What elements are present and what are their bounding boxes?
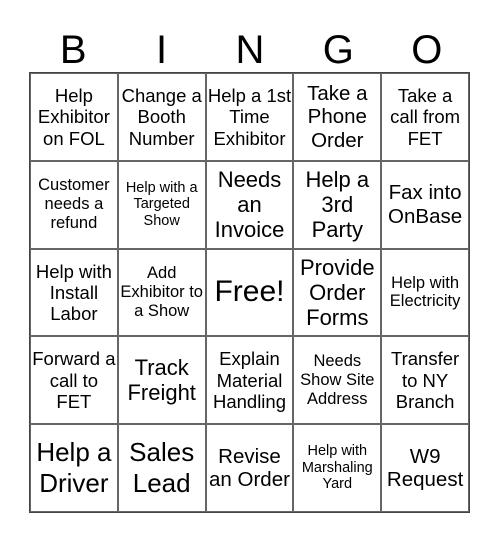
bingo-cell[interactable]: Needs an Invoice xyxy=(205,160,294,249)
bingo-cell[interactable]: Help with Install Labor xyxy=(30,248,118,337)
bingo-cell[interactable]: Sales Lead xyxy=(117,424,206,512)
bingo-cell[interactable]: Help with Electricity xyxy=(381,248,469,337)
bingo-cell[interactable]: Help with Marshaling Yard xyxy=(293,424,382,512)
bingo-cell[interactable]: Fax into OnBase xyxy=(381,160,469,249)
bingo-header: B I N G O xyxy=(29,28,471,72)
bingo-cell[interactable]: Transfer to NY Branch xyxy=(381,336,469,425)
bingo-cell[interactable]: Explain Material Handling xyxy=(205,336,294,425)
free-space[interactable]: Free! xyxy=(205,248,294,337)
bingo-cell[interactable]: Help a 1st Time Exhibitor xyxy=(205,73,294,161)
bingo-cell[interactable]: Help Exhibitor on FOL xyxy=(30,73,118,161)
bingo-cell[interactable]: Needs Show Site Address xyxy=(293,336,382,425)
bingo-cell[interactable]: Help a Driver xyxy=(30,424,118,512)
bingo-cell[interactable]: W9 Request xyxy=(381,424,469,512)
bingo-cell[interactable]: Help a 3rd Party xyxy=(293,160,382,249)
bingo-cell[interactable]: Change a Booth Number xyxy=(117,73,206,161)
header-letter-i: I xyxy=(156,28,168,72)
bingo-cell[interactable]: Help with a Targeted Show xyxy=(117,160,206,249)
bingo-cell[interactable]: Forward a call to FET xyxy=(30,336,118,425)
bingo-cell[interactable]: Provide Order Forms xyxy=(293,248,382,337)
header-letter-o: O xyxy=(411,28,443,72)
bingo-grid: Help Exhibitor on FOL Change a Booth Num… xyxy=(29,72,470,513)
header-letter-b: B xyxy=(59,28,87,72)
bingo-cell[interactable]: Take a Phone Order xyxy=(293,73,382,161)
bingo-cell[interactable]: Track Freight xyxy=(117,336,206,425)
bingo-cell[interactable]: Take a call from FET xyxy=(381,73,469,161)
bingo-cell[interactable]: Customer needs a refund xyxy=(30,160,118,249)
header-letter-g: G xyxy=(322,28,354,72)
bingo-cell[interactable]: Add Exhibitor to a Show xyxy=(117,248,206,337)
header-letter-n: N xyxy=(235,28,265,72)
bingo-cell[interactable]: Revise an Order xyxy=(205,424,294,512)
